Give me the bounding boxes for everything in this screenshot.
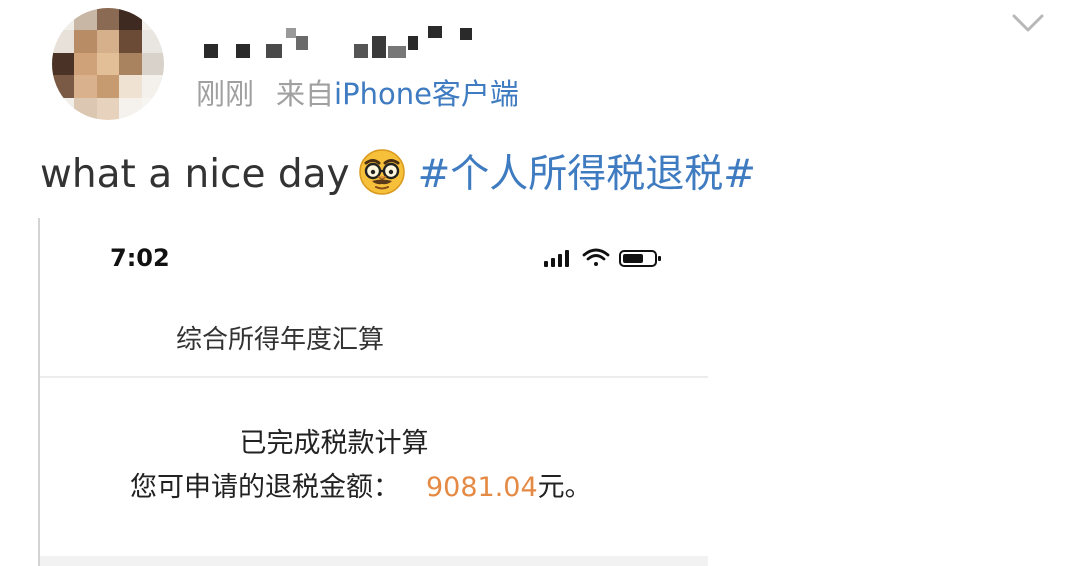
post-time: 刚刚 bbox=[196, 77, 255, 111]
divider bbox=[40, 376, 708, 378]
refund-unit: 元。 bbox=[537, 472, 592, 503]
hashtag-link[interactable]: #个人所得税退税# bbox=[418, 152, 756, 197]
refund-label: 您可申请的退税金额： bbox=[130, 472, 400, 503]
post-body: what a nice day bbox=[40, 152, 350, 197]
signal-icon bbox=[544, 250, 569, 267]
source-prefix: 来自 bbox=[276, 77, 335, 111]
battery-icon bbox=[619, 250, 661, 267]
avatar[interactable] bbox=[52, 8, 164, 120]
bottom-band bbox=[40, 556, 708, 566]
refund-amount-line: 您可申请的退税金额： 9081.04元。 bbox=[130, 468, 592, 508]
wifi-icon bbox=[582, 248, 610, 266]
post-text: what a nice day #个人所得税退税# bbox=[40, 148, 756, 200]
page-title: 综合所得年度汇算 bbox=[175, 325, 384, 355]
refund-amount: 9081.04 bbox=[426, 472, 538, 503]
disguise-glasses-emoji-icon bbox=[358, 149, 405, 195]
attached-screenshot[interactable]: 7:02 综合所得年度汇算 已完成税款计算 您可申请的退税金额： 9081.04元… bbox=[38, 218, 708, 566]
username-redacted[interactable] bbox=[196, 22, 496, 62]
chevron-down-icon[interactable] bbox=[1008, 8, 1048, 38]
source-device-link[interactable]: iPhone客户端 bbox=[334, 77, 519, 111]
status-bar-icons bbox=[544, 248, 661, 267]
post-meta: 刚刚 来自iPhone客户端 bbox=[196, 74, 519, 114]
calculation-done-text: 已完成税款计算 bbox=[239, 428, 429, 459]
status-bar-time: 7:02 bbox=[110, 244, 170, 272]
